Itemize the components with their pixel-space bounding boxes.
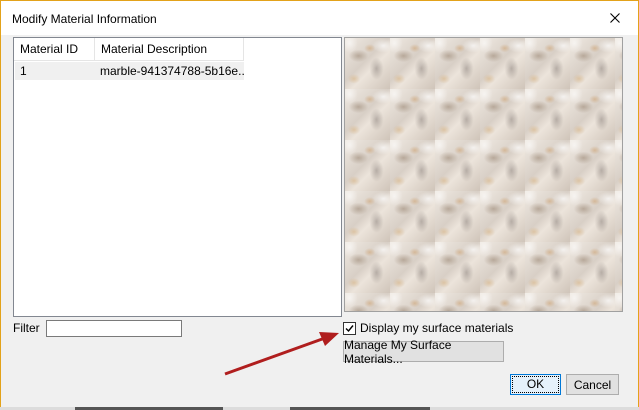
cancel-button[interactable]: Cancel [566,374,619,395]
close-icon [610,13,620,23]
manage-surface-materials-button[interactable]: Manage My Surface Materials... [343,338,504,366]
display-surface-materials-label: Display my surface materials [360,321,514,335]
dialog-title: Modify Material Information [12,12,157,26]
checkmark-icon [345,324,354,332]
material-id-cell: 1 [20,64,27,78]
material-list[interactable]: Material ID Material Description 1 marbl… [13,37,342,317]
display-surface-materials-option[interactable]: Display my surface materials [343,321,513,335]
column-header-material-id[interactable]: Material ID [14,38,95,61]
material-description-cell: marble-941374788-5b16e... [100,64,244,78]
filter-input[interactable] [46,320,182,337]
list-row[interactable]: 1 marble-941374788-5b16e... [15,62,244,80]
title-bar: Modify Material Information [1,1,638,35]
material-preview [344,37,623,312]
ok-button[interactable]: OK [510,374,561,395]
filter-label: Filter [13,321,40,335]
list-header: Material ID Material Description [14,38,244,61]
ok-button-label: OK [511,376,560,393]
close-button[interactable] [592,1,638,35]
column-header-material-description[interactable]: Material Description [95,38,244,61]
annotation-arrow [224,332,339,376]
